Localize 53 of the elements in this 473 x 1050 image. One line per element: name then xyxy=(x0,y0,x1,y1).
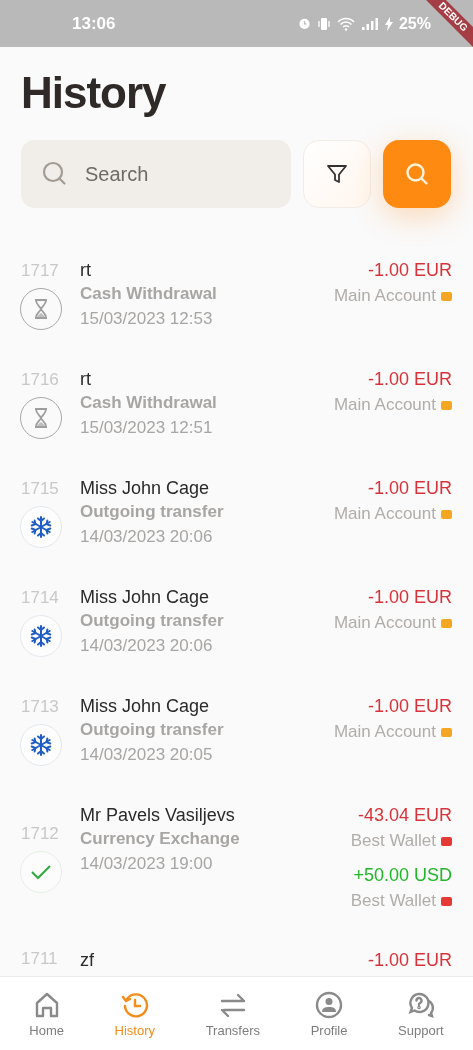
transaction-date: 15/03/2023 12:51 xyxy=(80,417,214,439)
signal-icon xyxy=(360,17,379,30)
transaction-type: Outgoing transfer xyxy=(80,610,225,632)
transaction-amount: -1.00 EUR xyxy=(367,695,452,718)
counterparty-name: rt xyxy=(80,259,92,282)
counterparty-name: rt xyxy=(80,368,92,391)
transaction-date: 14/03/2023 19:00 xyxy=(80,853,214,875)
transaction-type: Cash Withdrawal xyxy=(80,283,218,305)
nav-tab[interactable]: Transfers xyxy=(201,977,265,1050)
clock-time: 13:06 xyxy=(72,13,116,34)
transaction-type: Cash Withdrawal xyxy=(80,392,218,414)
counterparty-name: Miss John Cage xyxy=(80,695,211,718)
account-name: Main Account xyxy=(333,503,436,525)
counterparty-name: Miss John Cage xyxy=(80,586,211,609)
nav-tab[interactable]: Profile xyxy=(306,977,352,1050)
transaction-amount: +50.00 USD xyxy=(353,864,452,887)
transaction-type: Outgoing transfer xyxy=(80,719,225,741)
counterparty-name: Miss John Cage xyxy=(80,477,211,500)
transaction-amount: -1.00 EUR xyxy=(367,259,452,282)
filter-button[interactable] xyxy=(303,140,371,208)
account-name: Main Account xyxy=(333,612,436,634)
account-name: Main Account xyxy=(333,285,436,307)
transaction-date: 14/03/2023 20:06 xyxy=(80,526,214,548)
transaction-amount: -1.00 EUR xyxy=(367,477,452,500)
page-title: History xyxy=(21,67,167,119)
transaction-date: 14/03/2023 20:05 xyxy=(80,744,214,766)
transaction-type: Currency Exchange xyxy=(80,828,241,850)
nav-tab[interactable]: Home xyxy=(25,977,68,1050)
transaction-amount: -43.04 EUR xyxy=(357,804,452,827)
transaction-type: Outgoing transfer xyxy=(80,501,225,523)
vibrate-icon xyxy=(316,16,331,31)
nav-tab[interactable]: Support xyxy=(394,977,448,1050)
transaction-amount: -1.00 EUR xyxy=(367,949,452,972)
battery-level: 25% xyxy=(398,14,431,33)
profile-icon xyxy=(314,989,345,1020)
search-input[interactable]: Search xyxy=(85,162,255,186)
account-name: Main Account xyxy=(333,394,436,416)
account-name: Main Account xyxy=(333,721,436,743)
search-icon xyxy=(41,160,69,188)
counterparty-name: zf xyxy=(80,949,95,972)
transaction-date: 14/03/2023 20:06 xyxy=(80,635,214,657)
account-name: Best Wallet xyxy=(350,830,436,852)
alarm-icon xyxy=(297,17,311,30)
counterparty-name: Mr Pavels Vasiljevs xyxy=(80,804,236,827)
search-field[interactable]: Search xyxy=(21,140,291,208)
wifi-icon xyxy=(336,16,355,31)
charging-icon xyxy=(384,16,393,31)
search-icon xyxy=(404,161,430,187)
transaction-amount: -1.00 EUR xyxy=(367,368,452,391)
filter-icon xyxy=(326,163,348,185)
account-name: Best Wallet xyxy=(350,890,436,912)
transaction-date: 15/03/2023 12:53 xyxy=(80,308,214,330)
transaction-amount: -1.00 EUR xyxy=(367,586,452,609)
